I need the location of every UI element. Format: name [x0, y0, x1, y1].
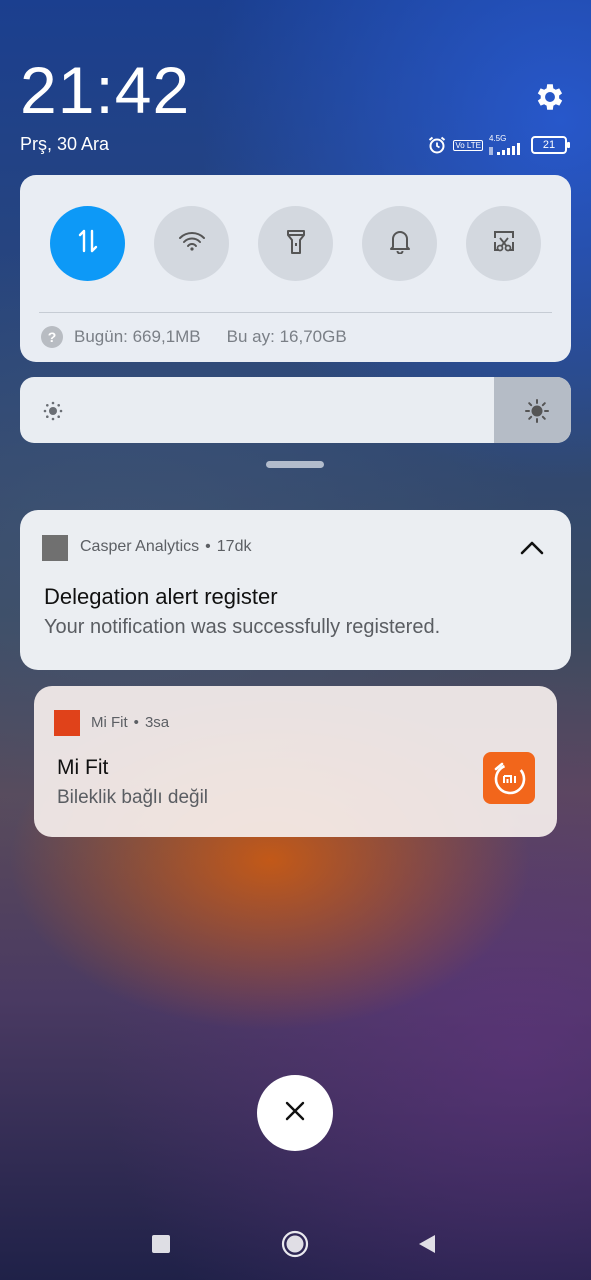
chevron-up-icon[interactable]: [520, 540, 544, 561]
help-icon: ?: [41, 326, 63, 348]
brightness-slider[interactable]: [20, 377, 571, 443]
app-name: Mi Fit: [91, 714, 128, 731]
app-name: Casper Analytics: [80, 538, 200, 555]
divider: [39, 312, 552, 313]
data-arrows-icon: [76, 228, 100, 259]
notification-mifit[interactable]: Mi Fit • 3sa Mi Fit Bileklik bağlı değil: [34, 686, 557, 837]
volte-icon: Vo LTE: [453, 139, 483, 151]
mi-fit-logo-icon: [483, 752, 535, 804]
battery-indicator: 21: [531, 136, 570, 154]
date: Prş, 30 Ara: [20, 134, 110, 154]
network-label: 4.5G: [489, 134, 507, 143]
notification-header: Mi Fit • 3sa: [91, 714, 170, 731]
notification-header: Casper Analytics • 17dk: [80, 538, 252, 555]
brightness-high-icon: [522, 399, 552, 428]
flashlight-icon: [285, 227, 307, 260]
clear-all-button[interactable]: [257, 1075, 333, 1151]
notification-text: Bileklik bağlı değil: [57, 787, 209, 808]
app-icon: [54, 710, 80, 736]
screenshot-icon: [491, 229, 517, 258]
wifi-icon: [178, 230, 206, 257]
recents-button[interactable]: [151, 1234, 171, 1259]
notification-title: Mi Fit: [57, 756, 109, 779]
toggle-screenshot[interactable]: [466, 206, 541, 281]
back-button[interactable]: [417, 1234, 437, 1259]
bell-icon: [388, 228, 412, 259]
notification-time: 3sa: [144, 714, 170, 731]
toggle-sound[interactable]: [362, 206, 437, 281]
settings-gear-icon[interactable]: [533, 80, 567, 114]
usage-today: Bugün: 669,1MB: [74, 327, 201, 346]
status-icons: Vo LTE 4.5G 21: [427, 134, 570, 156]
notification-title: Delegation alert register: [44, 584, 278, 609]
quick-settings-panel: ? Bugün: 669,1MB Bu ay: 16,70GB: [20, 175, 571, 362]
notification-text: Your notification was successfully regis…: [44, 616, 441, 638]
clock: 21:42: [20, 53, 191, 127]
notification-casper[interactable]: Casper Analytics • 17dk Delegation alert…: [20, 510, 571, 670]
brightness-low-icon: [41, 399, 65, 428]
home-button[interactable]: [281, 1230, 309, 1263]
drag-handle[interactable]: [266, 461, 324, 468]
notification-time: 17dk: [216, 538, 252, 555]
alarm-icon: [427, 135, 447, 155]
usage-month: Bu ay: 16,70GB: [226, 327, 347, 346]
close-icon: [284, 1100, 306, 1127]
toggle-mobile-data[interactable]: [50, 206, 125, 281]
app-icon: [42, 535, 68, 561]
signal-4.5g-icon: 4.5G: [489, 135, 525, 155]
toggle-flashlight[interactable]: [258, 206, 333, 281]
toggle-wifi[interactable]: [154, 206, 229, 281]
data-usage[interactable]: ? Bugün: 669,1MB Bu ay: 16,70GB: [41, 325, 347, 349]
